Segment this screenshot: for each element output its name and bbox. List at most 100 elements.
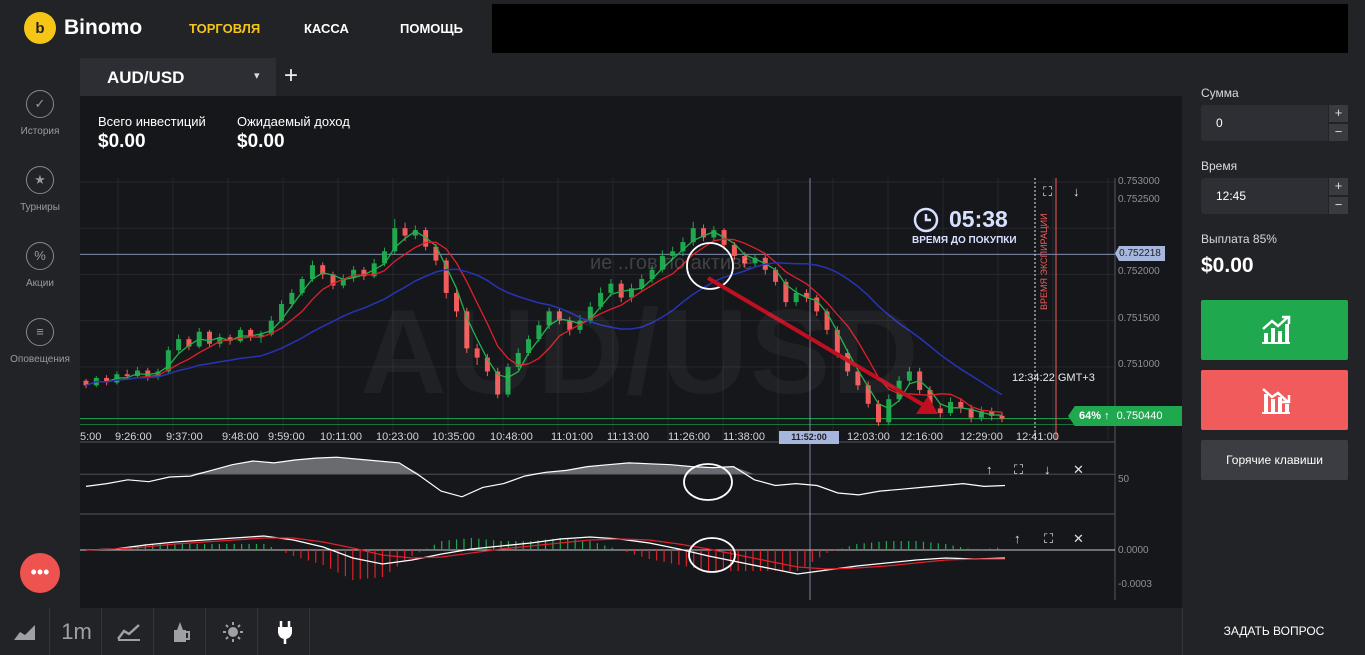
payout-label: Выплата 85%: [1201, 232, 1277, 246]
sun-icon: [222, 621, 243, 642]
osc2-tick-zero: 0.0000: [1118, 545, 1149, 556]
buy-up-button[interactable]: [1201, 300, 1348, 360]
asset-tab-label: AUD/USD: [107, 68, 185, 87]
sidebar-item-tournaments[interactable]: ★ Турниры: [0, 166, 80, 213]
total-investments-label: Всего инвестиций: [98, 114, 206, 129]
x-tick-label: 11:01:00: [551, 431, 594, 443]
x-tick-label: 10:48:00: [490, 431, 533, 443]
sidebar-item-label: Оповещения: [10, 354, 70, 365]
sidebar-item-notifications[interactable]: ≡ Оповещения: [0, 318, 80, 365]
candle-body: [711, 230, 717, 238]
trophy-icon: ★: [26, 166, 54, 194]
x-tick-label: 9:37:00: [166, 431, 203, 443]
x-tick-label: 9:59:00: [268, 431, 305, 443]
chevron-down-icon[interactable]: ▾: [254, 69, 260, 82]
timer-value: 05:38: [949, 206, 1008, 232]
x-tick-label: 9:48:00: [222, 431, 259, 443]
chart-move-down-button[interactable]: ↓: [1073, 184, 1080, 199]
time-increase-button[interactable]: +: [1329, 178, 1348, 195]
connection-button[interactable]: [260, 608, 310, 655]
amount-decrease-button[interactable]: −: [1329, 124, 1348, 141]
nav-help[interactable]: ПОМОЩЬ: [400, 21, 463, 36]
time-highlight: 11:52:00: [779, 431, 839, 444]
notifications-icon: ≡: [26, 318, 54, 346]
osc1-expand-icon[interactable]: ⛶: [1014, 462, 1023, 478]
logo-icon: b: [24, 12, 56, 44]
time-input[interactable]: [1201, 178, 1328, 214]
asset-tab[interactable]: AUD/USD ▾: [80, 58, 276, 96]
check-icon: ✓: [26, 90, 54, 118]
osc1-fill: [86, 457, 1005, 475]
osc1-close-icon[interactable]: ✕: [1073, 462, 1084, 478]
sidebar-item-label: Акции: [26, 278, 54, 289]
amount-label: Сумма: [1201, 86, 1239, 100]
total-investments-value: $0.00: [98, 131, 146, 152]
arrow-up-icon: ↑: [1104, 410, 1110, 422]
timeframe-button[interactable]: 1m: [52, 608, 102, 655]
osc1-move-up-button[interactable]: ↑: [986, 462, 993, 477]
y-tick-label: 0.751500: [1118, 313, 1160, 324]
candle-body: [999, 415, 1005, 419]
x-tick-label: 5:00: [80, 431, 102, 443]
osc1-line: [85, 456, 1006, 498]
sidebar-item-label: Турниры: [20, 202, 60, 213]
theme-button[interactable]: [208, 608, 258, 655]
time-decrease-button[interactable]: −: [1329, 197, 1348, 214]
left-sidebar: ✓ История ★ Турниры % Акции ≡ Оповещения: [0, 58, 80, 608]
timer-label: ВРЕМЯ ДО ПОКУПКИ: [912, 235, 1017, 246]
plug-icon: [277, 620, 292, 644]
sidebar-item-label: История: [20, 126, 60, 137]
osc2-tick-neg: -0.0003: [1118, 579, 1152, 590]
chat-icon: •••: [30, 562, 50, 582]
amount-input[interactable]: [1201, 105, 1328, 141]
osc1-move-down-button[interactable]: ↓: [1044, 462, 1051, 477]
top-bar: b Binomo ТОРГОВЛЯ КАССА ПОМОЩЬ: [0, 0, 1365, 58]
osc2-move-up-button[interactable]: ↑: [1014, 531, 1021, 546]
x-tick-label: 9:26:00: [115, 431, 152, 443]
expected-income-label: Ожидаемый доход: [237, 114, 350, 129]
chart-type-button[interactable]: [0, 608, 50, 655]
drawing-tools-icon: [173, 621, 190, 642]
amount-increase-button[interactable]: +: [1329, 105, 1348, 122]
area-chart-icon: [13, 624, 35, 640]
x-tick-label: 11:13:00: [607, 431, 650, 443]
hotkeys-button[interactable]: Горячие клавиши: [1201, 440, 1348, 480]
nav-trading[interactable]: ТОРГОВЛЯ: [189, 21, 260, 36]
candle-body: [176, 339, 182, 351]
x-tick-label: 10:35:00: [432, 431, 475, 443]
chart-down-icon: [1262, 388, 1291, 414]
total-investments: Всего инвестиций $0.00: [98, 114, 206, 153]
x-tick-label: 12:16:00: [900, 431, 943, 443]
x-tick-label: 11:38:00: [723, 431, 766, 443]
chat-button[interactable]: •••: [20, 553, 60, 593]
current-price: 0.750440: [1116, 410, 1163, 422]
sidebar-item-history[interactable]: ✓ История: [0, 90, 80, 137]
payout-value: $0.00: [1201, 254, 1254, 277]
osc2-expand-icon[interactable]: ⛶: [1044, 531, 1053, 547]
logo-text: Binomo: [64, 16, 143, 39]
indicators-button[interactable]: [104, 608, 154, 655]
logo[interactable]: b Binomo: [24, 12, 142, 44]
chart-up-icon: [1262, 315, 1291, 344]
x-tick-label: 11:26:00: [668, 431, 711, 443]
y-tick-label: 0.752500: [1118, 194, 1160, 205]
x-tick-label: 12:41:00: [1016, 431, 1059, 443]
drawing-tools-button[interactable]: [156, 608, 206, 655]
sidebar-item-promotions[interactable]: % Акции: [0, 242, 80, 289]
ask-question-button[interactable]: ЗАДАТЬ ВОПРОС: [1182, 608, 1365, 655]
add-asset-button[interactable]: +: [284, 62, 298, 90]
buy-down-button[interactable]: [1201, 370, 1348, 430]
y-tick-label: 0.753000: [1118, 176, 1160, 187]
osc2-close-icon[interactable]: ✕: [1073, 531, 1084, 547]
candle-body: [309, 265, 315, 280]
candle-body: [937, 408, 943, 414]
chart-expand-icon[interactable]: ⛶: [1043, 184, 1052, 200]
percent-icon: %: [26, 242, 54, 270]
current-price-badge: 64% ↑ 0.750440: [1068, 406, 1182, 426]
asset-tab-bar: AUD/USD ▾ +: [80, 58, 1182, 96]
nav-cashier[interactable]: КАССА: [304, 21, 349, 36]
price-marker: 0.752218: [1115, 246, 1165, 261]
expiry-label: ВРЕМЯ ЭКСПИРАЦИИ: [1039, 213, 1049, 310]
x-tick-label: 12:29:00: [960, 431, 1003, 443]
candle-body: [207, 331, 213, 344]
